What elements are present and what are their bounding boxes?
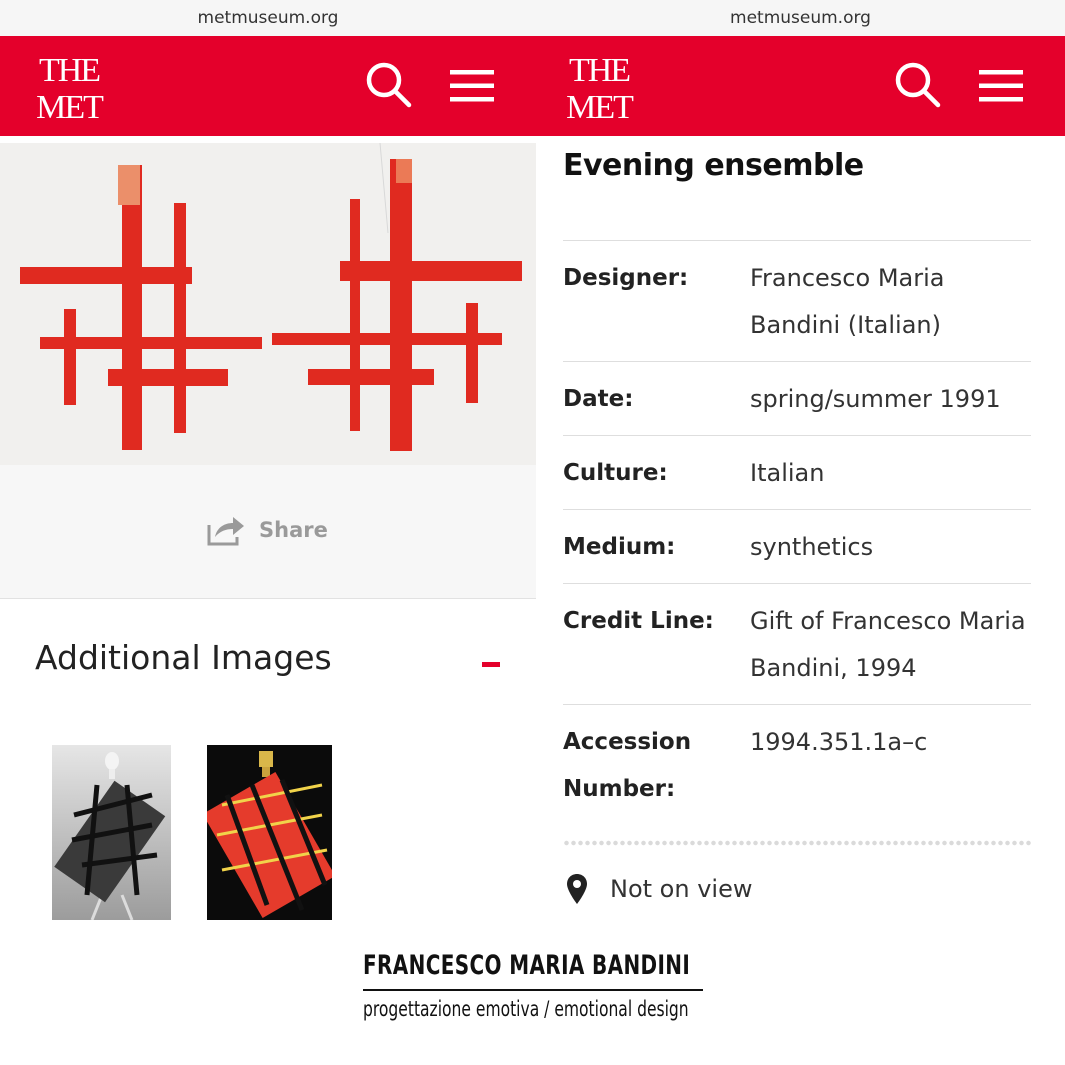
detail-label: Medium: — [563, 534, 676, 560]
additional-image-thumbnail-2[interactable] — [207, 745, 332, 920]
share-button[interactable]: Share — [205, 513, 328, 547]
url-text: metmuseum.org — [197, 8, 339, 28]
share-section: Share — [0, 465, 536, 599]
detail-row-designer: Designer: Francesco Maria Bandini (Itali… — [563, 241, 1031, 362]
detail-row-culture: Culture: Italian — [563, 436, 1031, 510]
svg-text:MET: MET — [566, 89, 634, 122]
detail-label: Accession Number: — [563, 729, 692, 802]
url-bar[interactable]: metmuseum.org — [0, 0, 536, 36]
detail-value: Gift of Francesco Maria Bandini, 1994 — [750, 607, 1026, 682]
artwork-main-image[interactable] — [0, 143, 536, 465]
hamburger-menu-icon[interactable] — [977, 64, 1025, 108]
url-bar[interactable]: metmuseum.org — [536, 0, 1065, 36]
site-header: THE MET — [536, 36, 1065, 136]
detail-row-medium: Medium: synthetics — [563, 510, 1031, 584]
hamburger-menu-icon[interactable] — [448, 64, 496, 108]
object-details-table: Designer: Francesco Maria Bandini (Itali… — [563, 240, 1031, 825]
left-phone-screen: metmuseum.org THE MET Share Additional I… — [0, 0, 536, 940]
site-header: THE MET — [0, 36, 536, 136]
detail-label: Credit Line: — [563, 608, 714, 634]
detail-value: spring/summer 1991 — [750, 385, 1001, 413]
svg-text:THE: THE — [569, 52, 630, 89]
additional-image-thumbnail-1[interactable] — [52, 745, 171, 920]
share-icon — [207, 517, 244, 546]
met-logo[interactable]: THE MET — [564, 50, 634, 122]
detail-label: Date: — [563, 386, 634, 412]
object-title: Evening ensemble — [563, 148, 864, 183]
detail-row-date: Date: spring/summer 1991 — [563, 362, 1031, 436]
caption-title: FRANCESCO MARIA BANDINI — [363, 950, 691, 981]
caption-subtitle: progettazione emotiva / emotional design — [363, 997, 689, 1021]
detail-row-accession-number: Accession Number: 1994.351.1a–c — [563, 705, 1031, 825]
met-logo[interactable]: THE MET — [34, 50, 104, 122]
additional-images-heading: Additional Images — [35, 638, 332, 677]
detail-value: synthetics — [750, 533, 874, 561]
detail-row-credit-line: Credit Line: Gift of Francesco Maria Ban… — [563, 584, 1031, 705]
svg-text:MET: MET — [36, 89, 104, 122]
map-pin-icon — [567, 874, 587, 904]
url-text: metmuseum.org — [730, 8, 871, 28]
detail-value: Italian — [750, 459, 825, 487]
detail-label: Designer: — [563, 265, 689, 291]
collapse-minus-icon[interactable] — [482, 662, 500, 667]
caption-divider — [363, 989, 703, 991]
detail-label: Culture: — [563, 460, 668, 486]
dotted-divider — [563, 839, 1031, 847]
search-icon[interactable] — [364, 60, 414, 110]
location-status: Not on view — [610, 875, 753, 903]
svg-text:THE: THE — [39, 52, 100, 89]
gallery-location: Not on view — [566, 873, 752, 905]
detail-value: 1994.351.1a–c — [750, 728, 928, 756]
search-icon[interactable] — [893, 60, 943, 110]
right-phone-screen: metmuseum.org THE MET Evening ensemble D… — [536, 0, 1065, 940]
designer-caption: FRANCESCO MARIA BANDINI progettazione em… — [363, 950, 703, 1021]
detail-value[interactable]: Francesco Maria Bandini (Italian) — [750, 255, 1031, 349]
share-label: Share — [259, 518, 328, 542]
